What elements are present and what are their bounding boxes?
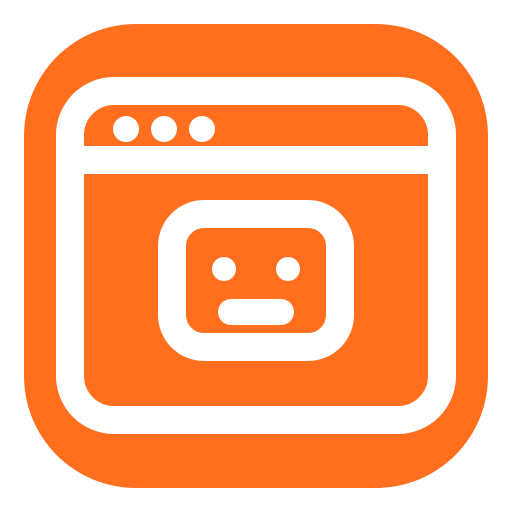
robot-eye-right [276, 257, 300, 281]
robot-eye-left [212, 257, 236, 281]
window-dot-icon [189, 116, 215, 142]
window-dot-icon [151, 116, 177, 142]
title-bar-divider [84, 146, 428, 174]
robot-mouth [218, 299, 294, 325]
browser-window-robot-icon [24, 24, 488, 488]
window-dot-icon [113, 116, 139, 142]
app-icon-stage [0, 0, 512, 512]
